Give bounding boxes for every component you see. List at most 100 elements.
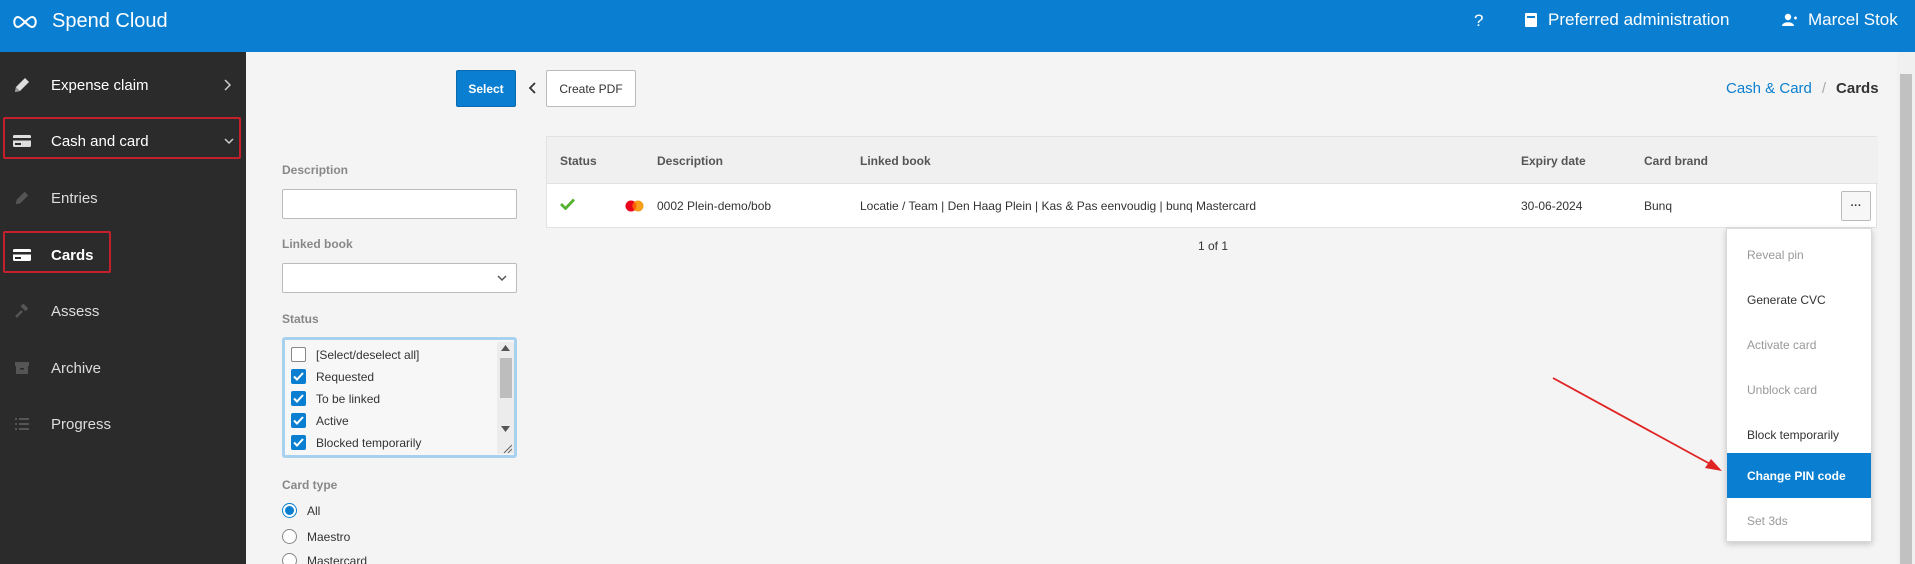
page-scrollbar[interactable] <box>1897 52 1915 564</box>
status-option-requested[interactable]: Requested <box>291 369 374 384</box>
linked-book-label: Linked book <box>282 237 353 251</box>
description-input[interactable] <box>282 189 517 219</box>
resize-handle-icon[interactable] <box>502 443 512 453</box>
page-scroll-thumb[interactable] <box>1900 74 1912 564</box>
status-option-select-all[interactable]: [Select/deselect all] <box>291 347 419 362</box>
status-scrollbar[interactable] <box>497 342 514 454</box>
column-header-card-brand[interactable]: Card brand <box>1644 154 1708 168</box>
checkbox[interactable] <box>291 347 306 362</box>
app-title[interactable]: Spend Cloud <box>52 10 168 33</box>
column-header-description[interactable]: Description <box>657 154 723 168</box>
sidebar-item-assess[interactable]: Assess <box>0 289 246 333</box>
status-option-label: Blocked temporarily <box>316 435 422 450</box>
table-row[interactable]: 0002 Plein-demo/bob Locatie / Team | Den… <box>547 184 1878 228</box>
card-type-label: Card type <box>282 478 338 492</box>
highlight-box-cards <box>3 231 111 273</box>
sidebar: Expense claim Cash and card Entries Card… <box>0 52 246 564</box>
sidebar-item-entries[interactable]: Entries <box>0 176 246 220</box>
menu-item-unblock-card: Unblock card <box>1747 382 1818 397</box>
card-type-option-label: Maestro <box>307 529 351 544</box>
status-option-label: To be linked <box>316 391 381 406</box>
help-button[interactable]: ? <box>1474 11 1483 31</box>
preferred-administration-label: Preferred administration <box>1548 10 1730 29</box>
checkbox-checked[interactable] <box>291 391 306 406</box>
breadcrumb: Cash & Card / Cards <box>1726 80 1879 97</box>
mastercard-logo-icon <box>625 200 644 212</box>
status-option-label: Active <box>316 413 349 428</box>
card-type-option-all[interactable]: All <box>282 503 320 518</box>
sidebar-item-label: Assess <box>51 302 100 320</box>
checkbox-checked[interactable] <box>291 435 306 450</box>
user-icon <box>1782 13 1797 26</box>
top-bar: Spend Cloud ? Preferred administration M… <box>0 0 1915 52</box>
chevron-down-icon <box>497 275 507 282</box>
linked-book-select[interactable] <box>282 263 517 293</box>
menu-item-block-temporarily[interactable]: Block temporarily <box>1727 412 1871 457</box>
archive-icon <box>12 358 32 378</box>
status-scroll-thumb[interactable] <box>500 358 512 398</box>
scroll-down-icon[interactable] <box>501 426 510 432</box>
sidebar-item-label: Progress <box>51 415 112 433</box>
status-option-blocked-temporarily[interactable]: Blocked temporarily <box>291 435 421 450</box>
breadcrumb-link-cash-and-card[interactable]: Cash & Card <box>1726 80 1812 97</box>
description-label: Description <box>282 163 349 177</box>
menu-item-generate-cvc[interactable]: Generate CVC <box>1727 277 1871 322</box>
status-option-label: Requested <box>316 369 375 384</box>
sidebar-item-label: Entries <box>51 189 98 207</box>
status-option-active[interactable]: Active <box>291 413 349 428</box>
status-option-to-be-linked[interactable]: To be linked <box>291 391 380 406</box>
cell-linked-book: Locatie / Team | Den Haag Plein | Kas & … <box>860 199 1257 213</box>
table-header: Status Description Linked book Expiry da… <box>547 137 1878 184</box>
cell-expiry-date: 30-06-2024 <box>1521 199 1583 213</box>
sidebar-item-expense-claim[interactable]: Expense claim <box>0 63 246 107</box>
card-type-option-mastercard[interactable]: Mastercard <box>282 553 367 564</box>
checkbox-checked[interactable] <box>291 369 306 384</box>
menu-item-change-pin-code[interactable]: Change PIN code <box>1727 453 1871 498</box>
pencil-icon <box>12 75 32 95</box>
card-type-option-label: All <box>307 503 321 518</box>
status-multiselect[interactable]: [Select/deselect all] Requested To be li… <box>282 337 517 458</box>
checkbox-checked[interactable] <box>291 413 306 428</box>
column-header-expiry-date[interactable]: Expiry date <box>1521 154 1586 168</box>
sidebar-item-label: Archive <box>51 359 102 377</box>
menu-item-activate-card: Activate card <box>1747 337 1817 352</box>
chevron-left-icon[interactable] <box>526 80 540 96</box>
breadcrumb-current: Cards <box>1836 80 1879 97</box>
highlight-box-cash-and-card <box>3 117 241 159</box>
infinity-logo-icon <box>13 15 37 29</box>
card-type-option-label: Mastercard <box>307 553 368 564</box>
pencil-icon <box>12 188 32 208</box>
pagination: 1 of 1 <box>1198 239 1229 253</box>
select-button[interactable]: Select <box>456 70 516 107</box>
sidebar-item-progress[interactable]: Progress <box>0 402 246 446</box>
create-pdf-button[interactable]: Create PDF <box>546 70 636 107</box>
check-icon <box>560 198 575 210</box>
radio[interactable] <box>282 529 297 544</box>
menu-item-set-3ds: Set 3ds <box>1747 513 1788 528</box>
sidebar-item-archive[interactable]: Archive <box>0 346 246 390</box>
status-option-label: [Select/deselect all] <box>316 347 420 362</box>
breadcrumb-separator: / <box>1821 80 1827 97</box>
row-actions-menu: Reveal pin Generate CVC Activate card Un… <box>1726 228 1872 542</box>
row-actions-button[interactable]: ··· <box>1841 191 1871 221</box>
column-header-status[interactable]: Status <box>560 154 597 168</box>
cell-description: 0002 Plein-demo/bob <box>657 199 772 213</box>
main-content <box>246 52 1915 564</box>
scroll-up-icon[interactable] <box>501 345 510 351</box>
radio-selected[interactable] <box>282 503 297 518</box>
cards-table: Status Description Linked book Expiry da… <box>546 136 1878 228</box>
list-icon <box>12 414 32 434</box>
cell-card-brand: Bunq <box>1644 199 1673 213</box>
radio[interactable] <box>282 553 297 564</box>
menu-item-reveal-pin: Reveal pin <box>1747 247 1804 262</box>
gavel-icon <box>12 301 32 321</box>
chevron-right-icon <box>224 79 232 91</box>
user-menu[interactable]: Marcel Stok <box>1782 10 1898 30</box>
card-type-option-maestro[interactable]: Maestro <box>282 529 350 544</box>
sidebar-item-label: Expense claim <box>51 76 149 94</box>
user-name: Marcel Stok <box>1808 10 1898 29</box>
preferred-administration-button[interactable]: Preferred administration <box>1524 10 1729 30</box>
book-icon <box>1525 13 1537 27</box>
column-header-linked-book[interactable]: Linked book <box>860 154 931 168</box>
status-label: Status <box>282 312 319 326</box>
